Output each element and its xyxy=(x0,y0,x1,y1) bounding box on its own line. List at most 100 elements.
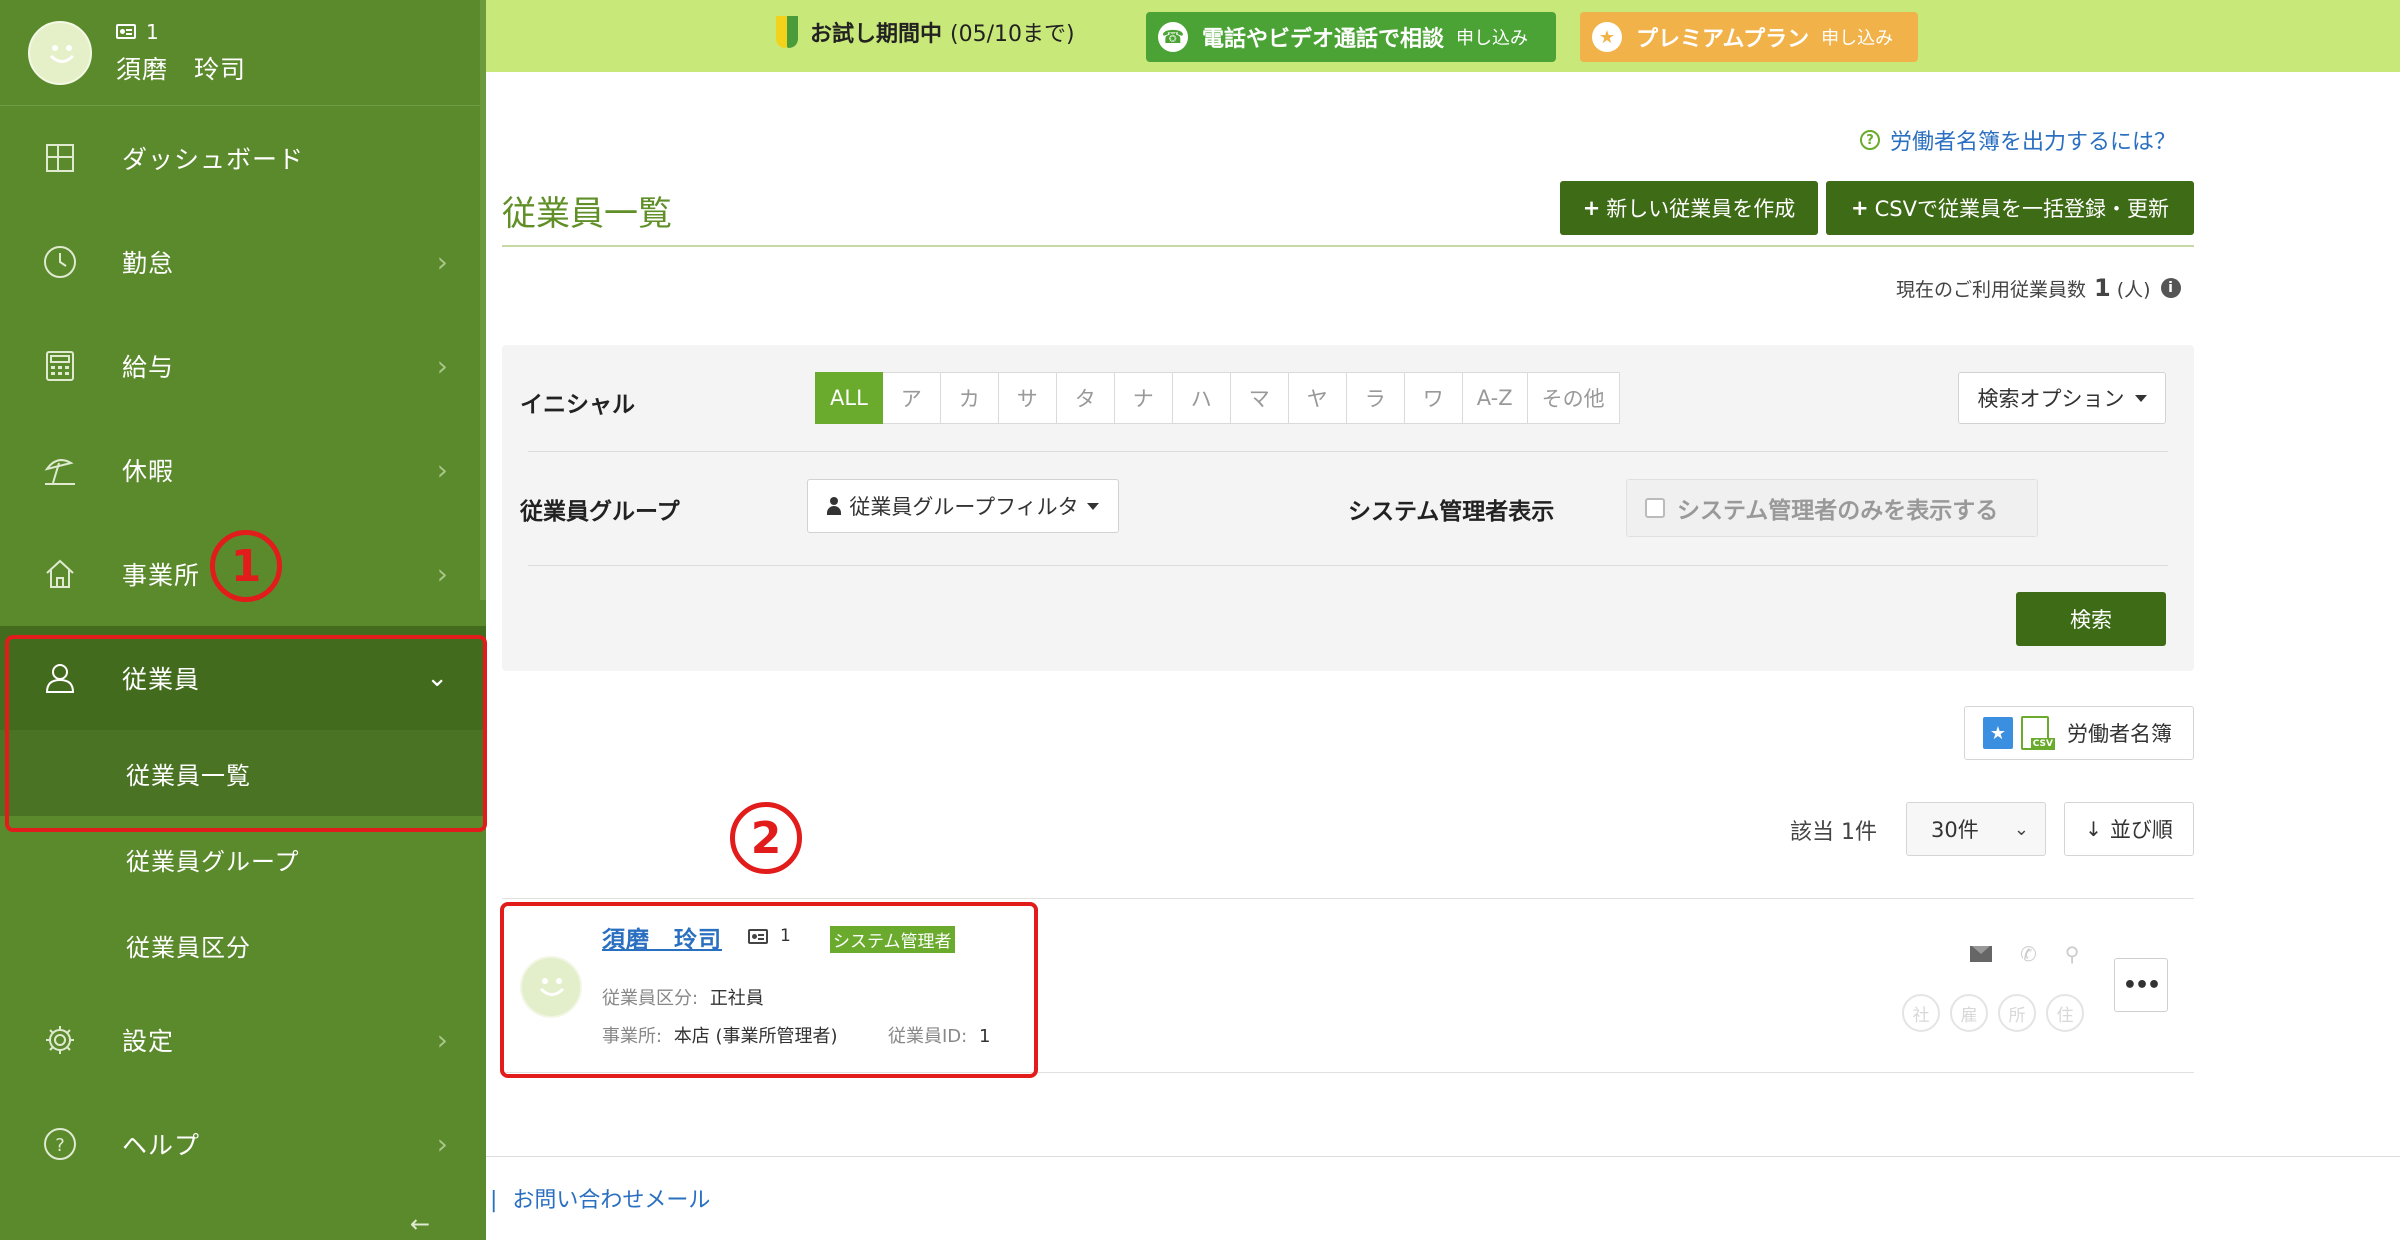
help-icon: ? xyxy=(40,1124,80,1164)
plus-icon: + xyxy=(1851,196,1869,220)
initial-button[interactable]: ワ xyxy=(1404,372,1463,424)
chevron-right-icon: › xyxy=(436,557,448,591)
initial-button[interactable]: ナ xyxy=(1114,372,1173,424)
initial-button[interactable]: ヤ xyxy=(1288,372,1347,424)
sidebar-item-leave[interactable]: 休暇 › xyxy=(0,418,486,522)
sort-button[interactable]: ↓ 並び順 xyxy=(2064,802,2194,856)
mail-icon[interactable] xyxy=(1970,946,1992,962)
premium-plan-button[interactable]: ★ プレミアムプラン 申し込み xyxy=(1580,12,1918,62)
info-icon[interactable]: i xyxy=(2160,278,2181,298)
sidebar-item-help[interactable]: ? ヘルプ › xyxy=(0,1092,486,1196)
sidebar-subitem-employee-categories[interactable]: 従業員区分 xyxy=(0,902,486,988)
star-icon: ★ xyxy=(1592,22,1622,52)
plus-icon: + xyxy=(1582,196,1601,220)
new-employee-button[interactable]: + 新しい従業員を作成 xyxy=(1560,181,1818,235)
usage-count: 現在のご利用従業員数 1 (人) i xyxy=(1896,274,2181,302)
chevron-right-icon: › xyxy=(436,1023,448,1057)
chevron-down-icon: ⌄ xyxy=(2013,818,2029,840)
profile-id: 1 xyxy=(116,20,246,44)
roster-label: 労働者名簿 xyxy=(2067,722,2172,746)
group-filter-text: 従業員グループフィルタ xyxy=(849,495,1079,519)
bookmark-star-icon: ★ xyxy=(1983,717,2013,749)
initial-button[interactable]: その他 xyxy=(1527,372,1620,424)
initial-button[interactable]: A-Z xyxy=(1462,372,1528,424)
more-actions-button[interactable]: ••• xyxy=(2114,958,2168,1012)
sidebar: 1 須磨 玲司 ダッシュボード 勤怠 › 給与 › 休暇 › 事業所 › 従業員… xyxy=(0,0,486,1240)
checkbox-icon[interactable] xyxy=(1645,498,1665,518)
dashboard-icon xyxy=(40,138,80,178)
initial-button[interactable]: サ xyxy=(998,372,1057,424)
result-count: 該当 1件 xyxy=(1790,820,1877,845)
annotation-marker-1: 1 xyxy=(210,530,282,602)
phone-icon: ☎ xyxy=(1158,22,1188,52)
consult-label: 電話やビデオ通話で相談 xyxy=(1202,27,1445,52)
beginner-leaf-icon xyxy=(776,16,798,48)
user-profile[interactable]: 1 須磨 玲司 xyxy=(0,0,486,106)
sidebar-item-label: 事業所 xyxy=(122,561,201,590)
sidebar-item-settings[interactable]: 設定 › xyxy=(0,988,486,1092)
roster-help-link[interactable]: ? 労働者名簿を出力するには？ xyxy=(1860,124,2176,156)
sysadmin-checkbox-label: システム管理者のみを表示する xyxy=(1677,498,1999,524)
svg-text:?: ? xyxy=(55,1135,65,1156)
contact-mail-link[interactable]: | お問い合わせメール xyxy=(490,1182,710,1214)
beach-umbrella-icon xyxy=(40,450,80,490)
annotation-highlight-employees-menu xyxy=(5,635,487,832)
sidebar-item-attendance[interactable]: 勤怠 › xyxy=(0,210,486,314)
initial-button[interactable]: カ xyxy=(940,372,999,424)
profile-id-value: 1 xyxy=(146,19,159,44)
sidebar-item-label: 勤怠 xyxy=(122,249,175,278)
calculator-icon xyxy=(40,346,80,386)
usage-label: 現在のご利用従業員数 xyxy=(1896,278,2087,301)
initial-button[interactable]: ラ xyxy=(1346,372,1405,424)
annotation-marker-2: 2 xyxy=(730,802,802,874)
csv-import-label: CSVで従業員を一括登録・更新 xyxy=(1874,197,2169,221)
profile-name: 須磨 玲司 xyxy=(116,54,247,84)
chevron-right-icon: › xyxy=(436,1127,448,1161)
caret-down-icon xyxy=(2134,394,2147,402)
annotation-highlight-employee-row xyxy=(500,902,1038,1078)
residence-status-icon: 住 xyxy=(2046,994,2084,1032)
initial-button[interactable]: ALL xyxy=(815,372,883,424)
sidebar-item-dashboard[interactable]: ダッシュボード xyxy=(0,106,486,210)
initial-button[interactable]: マ xyxy=(1230,372,1289,424)
usage-unit: (人) xyxy=(2116,278,2151,301)
chevron-right-icon: › xyxy=(436,245,448,279)
search-filter-panel: イニシャル ALL ア カ サ タ ナ ハ マ ヤ ラ ワ A-Z その他 検索… xyxy=(502,345,2194,671)
csv-import-button[interactable]: + CSVで従業員を一括登録・更新 xyxy=(1826,181,2194,235)
roster-export-button[interactable]: ★ 労働者名簿 xyxy=(1964,706,2194,760)
search-options-dropdown[interactable]: 検索オプション xyxy=(1958,372,2166,424)
initial-button[interactable]: ハ xyxy=(1172,372,1231,424)
list-divider xyxy=(502,898,2194,899)
caret-down-icon xyxy=(1086,502,1099,510)
initial-button[interactable]: タ xyxy=(1056,372,1115,424)
avatar xyxy=(28,20,92,85)
premium-apply: 申し込み xyxy=(1821,28,1894,49)
sidebar-item-label: 設定 xyxy=(122,1027,175,1056)
sysadmin-filter-label: システム管理者表示 xyxy=(1348,499,1555,525)
initial-button[interactable]: ア xyxy=(882,372,941,424)
arrow-left-icon[interactable]: ← xyxy=(410,1210,430,1238)
consult-button[interactable]: ☎ 電話やビデオ通話で相談 申し込み xyxy=(1146,12,1556,62)
group-filter-dropdown[interactable]: 従業員グループフィルタ xyxy=(807,479,1119,533)
sidebar-item-payroll[interactable]: 給与 › xyxy=(0,314,486,418)
sidebar-item-label: 休暇 xyxy=(122,457,175,486)
search-button[interactable]: 検索 xyxy=(2016,592,2166,646)
group-filter-label: 従業員グループ xyxy=(520,499,680,525)
trial-status: お試し期間中 (05/10まで) xyxy=(776,16,1075,48)
search-options-label: 検索オプション xyxy=(1977,387,2125,411)
contact-mail-text: お問い合わせメール xyxy=(512,1188,711,1213)
per-page-select[interactable]: 30件 ⌄ xyxy=(1906,802,2046,856)
trial-label: お試し期間中 xyxy=(810,22,943,47)
gear-icon xyxy=(40,1020,80,1060)
filter-divider xyxy=(528,451,2168,452)
phone-icon: ✆ xyxy=(2020,942,2037,966)
initial-filter-buttons: ALL ア カ サ タ ナ ハ マ ヤ ラ ワ A-Z その他 xyxy=(815,372,1620,424)
income-status-icon: 所 xyxy=(1998,994,2036,1032)
new-employee-label: 新しい従業員を作成 xyxy=(1606,197,1796,221)
separator: | xyxy=(490,1188,498,1213)
trial-banner: お試し期間中 (05/10まで) ☎ 電話やビデオ通話で相談 申し込み ★ プレ… xyxy=(486,0,2400,72)
id-card-icon xyxy=(116,24,136,39)
smile-face-icon xyxy=(49,44,75,63)
sysadmin-only-checkbox[interactable]: システム管理者のみを表示する xyxy=(1626,479,2038,537)
question-icon: ? xyxy=(1860,130,1880,150)
